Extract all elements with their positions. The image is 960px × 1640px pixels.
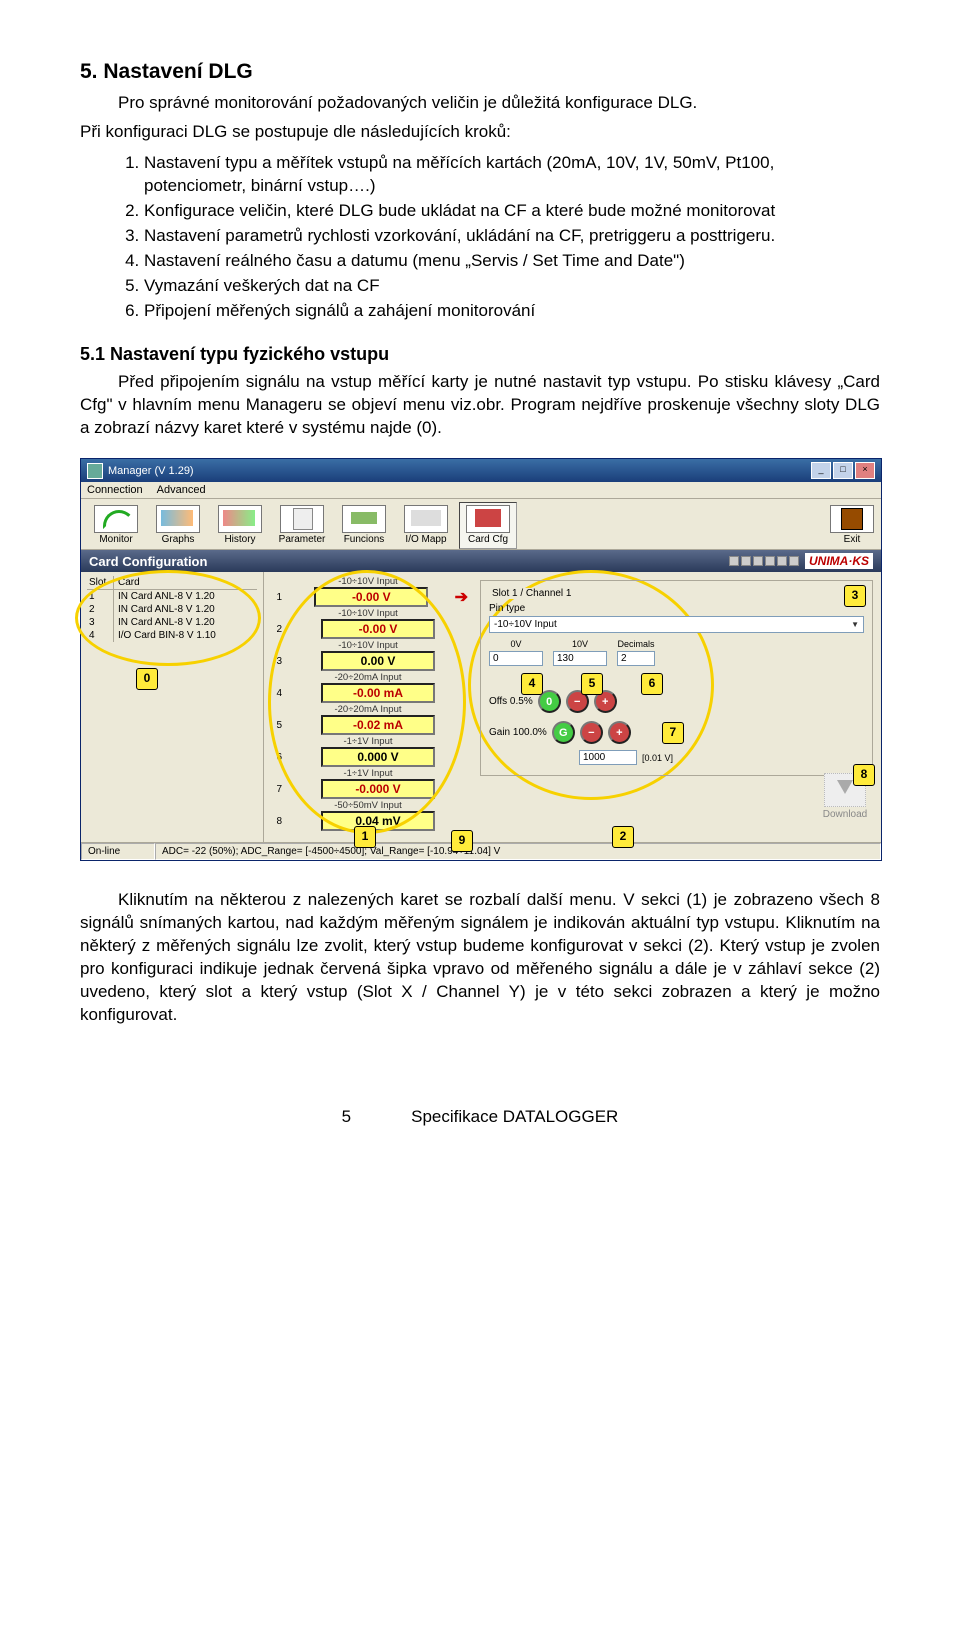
card-row-4[interactable]: 4I/O Card BIN-8 V 1.10 (87, 629, 257, 642)
label-decimals: Decimals (617, 639, 655, 649)
step-3: Nastavení parametrů rychlosti vzorkování… (144, 225, 880, 248)
annotation-badge-2: 2 (612, 826, 634, 848)
gain-minus-button[interactable]: − (580, 721, 603, 744)
pin-type-label: Pin type (489, 603, 864, 614)
reading-4-label: -20÷20mA Input (268, 672, 468, 683)
brand-logo: UNIMA·KS (729, 553, 873, 569)
reading-1-value[interactable]: -0.00 V (314, 587, 428, 607)
channel-config-panel: Slot 1 / Channel 1 Pin type -10÷10V Inpu… (472, 572, 881, 842)
step-2: Konfigurace veličin, které DLG bude uklá… (144, 200, 880, 223)
reading-4-value[interactable]: -0.00 mA (321, 683, 435, 703)
intro-line1: Pro správné monitorování požadovaných ve… (118, 92, 880, 115)
reading-8-label: -50÷50mV Input (268, 800, 468, 811)
tool-cardcfg[interactable]: Card Cfg (459, 502, 517, 549)
tool-iomapp[interactable]: I/O Mapp (397, 502, 455, 549)
tool-exit[interactable]: Exit (829, 502, 875, 549)
reading-2-value[interactable]: -0.00 V (321, 619, 435, 639)
slot-channel-title: Slot 1 / Channel 1 (489, 588, 575, 599)
tool-history[interactable]: History (211, 502, 269, 549)
app-icon (87, 463, 103, 479)
input-10v[interactable]: 130 (553, 651, 607, 666)
selection-arrow-icon: ➔ (455, 587, 468, 607)
col-slot: Slot (87, 576, 114, 589)
input-decimals[interactable]: 2 (617, 651, 655, 666)
doc-title-footer: Specifikace DATALOGGER (411, 1107, 618, 1127)
step-1: Nastavení typu a měřítek vstupů na měříc… (144, 152, 880, 198)
reading-2-label: -10÷10V Input (268, 608, 468, 619)
step-6: Připojení měřených signálů a zahájení mo… (144, 300, 880, 323)
reading-3-label: -10÷10V Input (268, 640, 468, 651)
annotation-badge-5: 5 (581, 673, 603, 695)
menu-bar: Connection Advanced (81, 482, 881, 499)
reading-7-label: -1÷1V Input (268, 768, 468, 779)
status-online: On-line (81, 843, 155, 860)
page-number: 5 (342, 1107, 351, 1127)
download-button[interactable]: Download 8 (817, 773, 873, 820)
tool-monitor[interactable]: Monitor (87, 502, 145, 549)
step-5: Vymazání veškerých dat na CF (144, 275, 880, 298)
maximize-button[interactable]: □ (833, 462, 853, 479)
annotation-badge-9: 9 (451, 830, 473, 852)
annotation-badge-1: 1 (354, 826, 376, 848)
status-bar: On-line ADC= -22 (50%); ADC_Range= [-450… (81, 842, 881, 860)
steps-list: Nastavení typu a měřítek vstupů na měříc… (116, 152, 880, 323)
para-end: Kliknutím na některou z nalezených karet… (80, 889, 880, 1027)
gain-g-button[interactable]: G (552, 721, 575, 744)
label-0v: 0V (489, 639, 543, 649)
annotation-badge-7: 7 (662, 722, 684, 744)
offs-label: Offs 0.5% (489, 696, 533, 707)
page-footer: 5 Specifikace DATALOGGER (80, 1107, 880, 1127)
label-numeric-right: [0.01 V] (642, 753, 673, 763)
reading-8-value[interactable]: 0.04 mV (321, 811, 435, 831)
reading-6-value[interactable]: 0.000 V (321, 747, 435, 767)
window-titlebar: Manager (V 1.29) _ □ × (81, 459, 881, 482)
menu-advanced[interactable]: Advanced (157, 484, 206, 496)
close-button[interactable]: × (855, 462, 875, 479)
pin-type-select[interactable]: -10÷10V Input▼ (489, 616, 864, 633)
annotation-badge-0: 0 (136, 668, 158, 690)
annotation-badge-8: 8 (853, 764, 875, 786)
reading-7-value[interactable]: -0.000 V (321, 779, 435, 799)
label-10v: 10V (553, 639, 607, 649)
app-window: Manager (V 1.29) _ □ × Connection Advanc… (80, 458, 882, 861)
tool-graphs[interactable]: Graphs (149, 502, 207, 549)
card-row-3[interactable]: 3IN Card ANL-8 V 1.20 (87, 616, 257, 629)
menu-connection[interactable]: Connection (87, 484, 143, 496)
gain-label: Gain 100.0% (489, 727, 547, 738)
minimize-button[interactable]: _ (811, 462, 831, 479)
reading-6-label: -1÷1V Input (268, 736, 468, 747)
card-row-1[interactable]: 1IN Card ANL-8 V 1.20 (87, 590, 257, 603)
reading-5-label: -20÷20mA Input (268, 704, 468, 715)
para-5-1: Před připojením signálu na vstup měřící … (80, 371, 880, 440)
card-config-title: Card Configuration (89, 554, 207, 569)
intro-line2: Při konfiguraci DLG se postupuje dle nás… (80, 121, 880, 144)
heading-5-1: 5.1 Nastavení typu fyzického vstupu (80, 344, 880, 365)
reading-3-value[interactable]: 0.00 V (321, 651, 435, 671)
toolbar: Monitor Graphs History Parameter Funcion… (81, 499, 881, 550)
card-config-body: Slot Card 1IN Card ANL-8 V 1.20 2IN Card… (81, 572, 881, 842)
card-row-2[interactable]: 2IN Card ANL-8 V 1.20 (87, 603, 257, 616)
gain-plus-button[interactable]: + (608, 721, 631, 744)
col-card: Card (114, 576, 257, 589)
annotation-badge-4: 4 (521, 673, 543, 695)
annotation-badge-3: 3 (844, 585, 866, 607)
card-slot-list: Slot Card 1IN Card ANL-8 V 1.20 2IN Card… (81, 572, 264, 842)
embedded-screenshot: Manager (V 1.29) _ □ × Connection Advanc… (80, 458, 880, 861)
window-title: Manager (V 1.29) (108, 465, 194, 477)
heading-5: 5. Nastavení DLG (80, 60, 880, 84)
channel-readings-panel: -10÷10V Input1-0.00 V➔ -10÷10V Input2-0.… (264, 572, 472, 842)
annotation-badge-6: 6 (641, 673, 663, 695)
status-adc: ADC= -22 (50%); ADC_Range= [-4500÷4500];… (155, 843, 881, 860)
reading-5-value[interactable]: -0.02 mA (321, 715, 435, 735)
reading-1-label: -10÷10V Input (268, 576, 468, 587)
card-config-header: Card Configuration UNIMA·KS (81, 550, 881, 572)
step-4: Nastavení reálného času a datumu (menu „… (144, 250, 880, 273)
chevron-down-icon: ▼ (851, 620, 859, 629)
input-0v[interactable]: 0 (489, 651, 543, 666)
input-numeric-left[interactable]: 1000 (579, 750, 637, 765)
tool-parameter[interactable]: Parameter (273, 502, 331, 549)
tool-functions[interactable]: Funcions (335, 502, 393, 549)
